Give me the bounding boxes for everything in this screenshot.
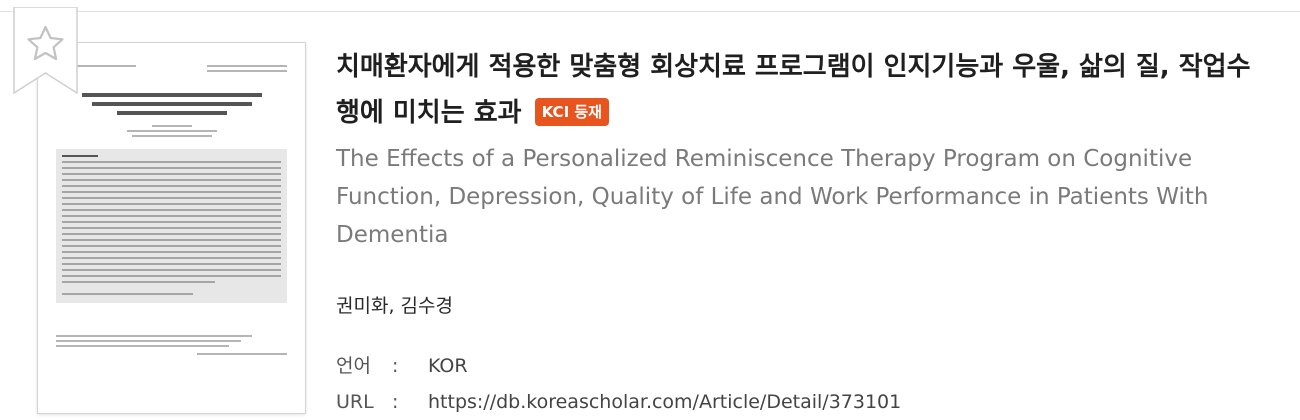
article-authors: 권미화, 김수경: [336, 295, 453, 317]
meta-separator: :: [392, 391, 399, 413]
bookmark-button[interactable]: [13, 6, 78, 95]
meta-row-language: 언어: KOR: [336, 348, 1271, 384]
meta-key-url: URL: [336, 391, 374, 413]
article-meta: 언어: KOR URL: https://db.koreascholar.com/A…: [336, 348, 1271, 420]
meta-value-language: KOR: [428, 355, 468, 377]
article-info: 치매환자에게 적용한 맞춤형 회상치료 프로그램이 인지기능과 우울, 삶의 질…: [336, 44, 1271, 420]
meta-separator: :: [392, 355, 399, 377]
article-subtitle: The Effects of a Personalized Reminiscen…: [336, 146, 1209, 248]
article-title-text[interactable]: 치매환자에게 적용한 맞춤형 회상치료 프로그램이 인지기능과 우울, 삶의 질…: [336, 52, 1251, 128]
meta-row-url: URL: https://db.koreascholar.com/Article/…: [336, 384, 1271, 420]
paper-thumbnail[interactable]: [37, 42, 306, 414]
article-title[interactable]: 치매환자에게 적용한 맞춤형 회상치료 프로그램이 인지기능과 우울, 삶의 질…: [336, 44, 1271, 136]
kci-badge: KCI 등재: [534, 98, 609, 126]
meta-key-language: 언어: [336, 355, 371, 377]
thumbnail-page-preview: [56, 65, 287, 413]
star-bookmark-icon: [13, 6, 78, 95]
top-divider: [0, 11, 1300, 12]
meta-value-url-link[interactable]: https://db.koreascholar.com/Article/Deta…: [428, 391, 901, 413]
